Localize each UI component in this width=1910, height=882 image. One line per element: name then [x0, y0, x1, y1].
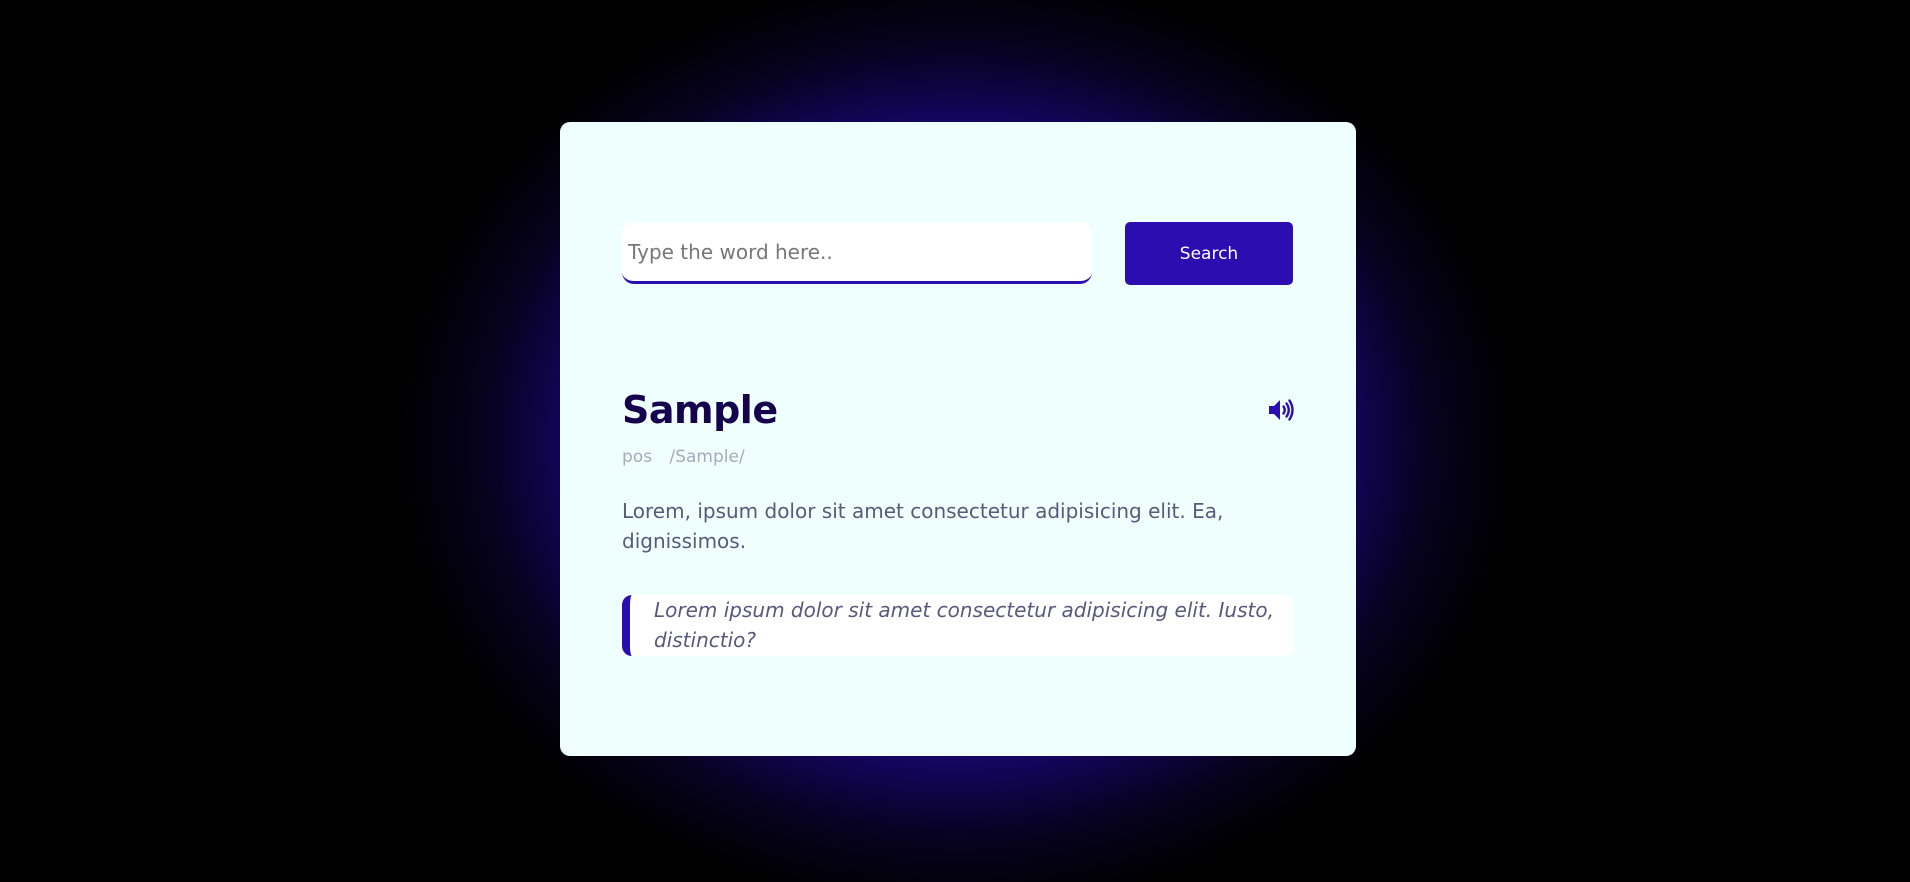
part-of-speech: pos — [622, 447, 653, 467]
search-input[interactable] — [622, 222, 1092, 284]
volume-up-icon[interactable] — [1267, 398, 1295, 422]
word-meta: pos /Sample/ — [622, 447, 757, 467]
definition-text: Lorem, ipsum dolor sit amet consectetur … — [622, 499, 1224, 553]
result-word: Sample — [622, 388, 778, 432]
example-quote: Lorem ipsum dolor sit amet consectetur a… — [622, 595, 1294, 656]
dictionary-card: Search Sample pos /Sample/ Lorem, ipsum … — [560, 122, 1356, 756]
phonetic: /Sample/ — [669, 447, 745, 467]
search-button[interactable]: Search — [1125, 222, 1293, 285]
